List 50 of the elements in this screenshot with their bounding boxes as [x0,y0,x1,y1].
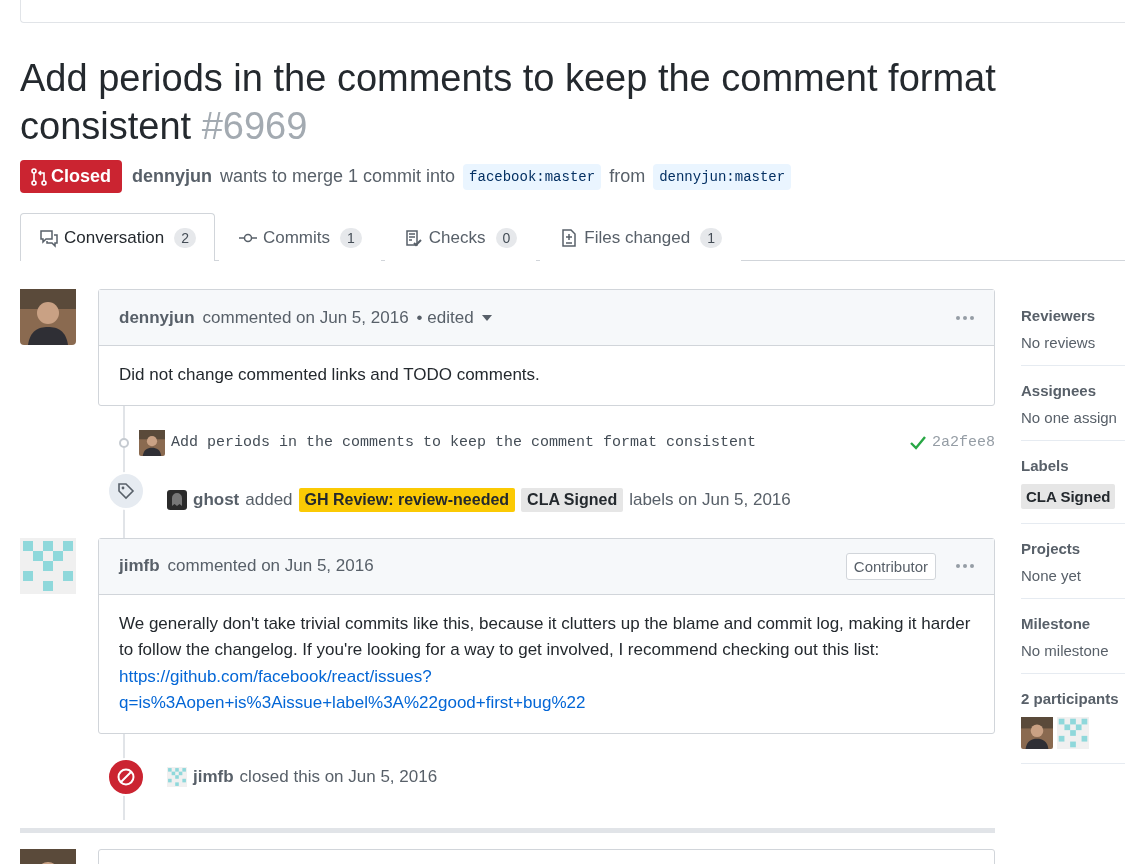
sidebar-heading[interactable]: 2 participants [1021,690,1125,707]
sidebar-value: No milestone [1021,642,1110,659]
comment-text: We generally don't take trivial commits like this, because it clutters up the blame and commit log, making it harder to follow the changelog. If you're looking for a way to get involved, I recommend checking out this list: [119,613,971,659]
sidebar-heading[interactable]: Assignees [1021,382,1125,399]
merge-text: from [609,166,646,187]
caret-icon[interactable] [481,314,492,321]
tab[interactable]: Conversation 2 [20,213,215,261]
avatar[interactable] [20,289,76,345]
merge-text: wants to merge 1 commit into [220,166,456,187]
checklist-icon [403,227,424,248]
sidebar-heading[interactable]: Reviewers [1021,307,1125,324]
sidebar-heading[interactable]: Milestone [1021,615,1125,632]
issue-link[interactable]: https://github.com/facebook/react/issues? [119,666,432,686]
author-link[interactable]: dennyjun [119,307,195,328]
comment-text: Did not change commented links and TODO comments. [119,365,540,384]
event-text: added [245,489,293,510]
conversation-icon [39,227,59,248]
sidebar-value: None yet [1021,567,1083,584]
commit-message[interactable]: Add periods in the comments to keep the comment format consistent [171,434,757,451]
branch-ref[interactable]: dennyjun:master [653,163,792,190]
event-text: closed this on Jun 5, 2016 [239,766,438,787]
actor-link[interactable]: jimfb [193,766,234,787]
pull-request-icon [31,167,47,186]
comment-meta: commented on Jun 5, 2016 [167,556,374,576]
label-tag[interactable]: CLA Signed [1021,484,1116,509]
more-icon[interactable] [956,315,974,320]
author-link[interactable]: dennyjun [132,166,212,187]
branch-ref[interactable]: facebook:master [463,163,602,190]
sidebar-value: No one assign [1021,409,1118,426]
label-tag[interactable]: GH Review: review-needed [298,487,516,512]
event-text: labels on Jun 5, 2016 [629,489,791,510]
sidebar-heading[interactable]: Projects [1021,540,1125,557]
check-icon [910,435,926,450]
avatar[interactable] [167,489,187,510]
avatar[interactable] [139,429,165,456]
comment-meta: commented on Jun 5, 2016 [202,307,409,328]
more-icon[interactable] [956,564,974,568]
pr-title: Add periods in the comments to keep the comment format consistent #6969 [20,56,997,149]
actor-link[interactable]: ghost [193,489,240,510]
sidebar-value: No reviews [1021,334,1097,351]
edited-dropdown[interactable]: • edited [416,307,474,328]
avatar[interactable] [1021,717,1053,749]
tag-icon [117,481,135,500]
author-link[interactable]: jimfb [119,556,160,576]
label-tag[interactable]: CLA Signed [521,487,624,512]
state-badge: Closed [20,160,122,193]
closed-icon [116,766,136,787]
sidebar-heading[interactable]: Labels [1021,457,1125,474]
role-badge: Contributor [845,552,936,580]
issue-link[interactable]: q=is%3Aopen+is%3Aissue+label%3A%22good+first+bug%22 [119,693,586,712]
